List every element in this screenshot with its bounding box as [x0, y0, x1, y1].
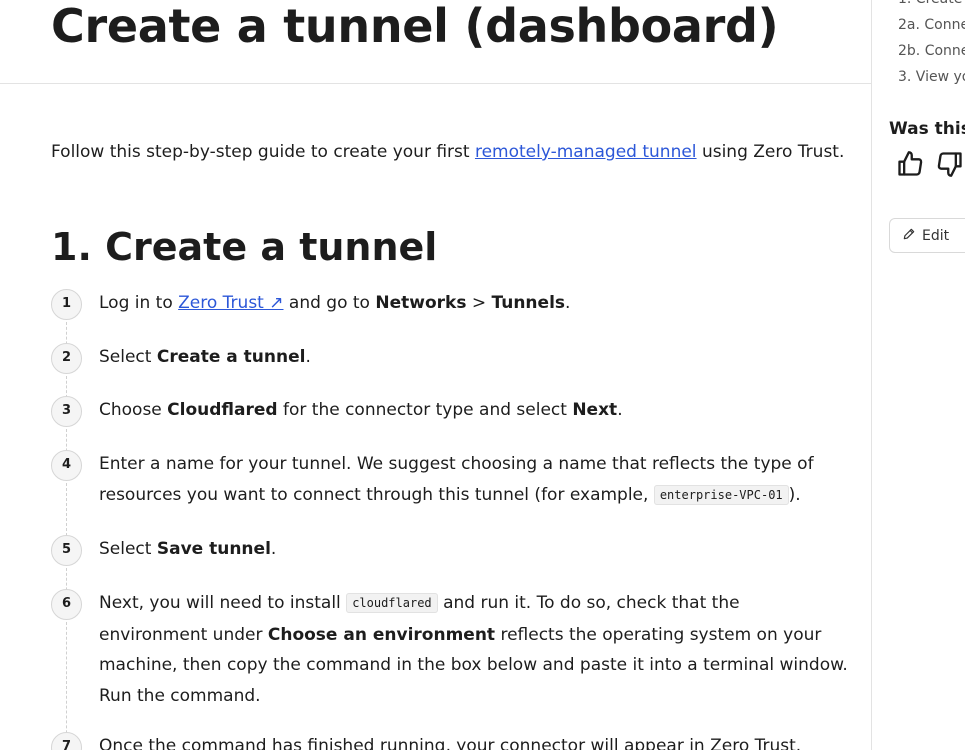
pencil-icon: [902, 227, 916, 245]
edit-button[interactable]: Edit: [889, 218, 965, 253]
feedback-title: Was this helpful?: [889, 119, 965, 139]
toc-item-connect-2a[interactable]: 2a. Connect: [898, 12, 965, 38]
step-3: 3 Choose Cloudflared for the connector t…: [51, 394, 851, 466]
step-2: 2 Select Create a tunnel.: [51, 341, 851, 412]
step-number-badge: 7: [51, 732, 82, 750]
remotely-managed-tunnel-link[interactable]: remotely-managed tunnel: [475, 142, 697, 162]
thumbs-up-icon[interactable]: [896, 150, 924, 178]
step-1: 1 Log in to Zero Trust ↗ and go to Netwo…: [51, 287, 851, 359]
step-4-text: Enter a name for your tunnel. We suggest…: [99, 454, 814, 505]
step-7-text: Once the command has finished running, y…: [99, 736, 802, 750]
title-strip: Create a tunnel (dashboard): [0, 0, 871, 84]
right-sidebar: 1. Create a 2a. Connect 2b. Connect 3. V…: [871, 0, 965, 750]
edit-label: Edit: [922, 227, 950, 244]
feedback-buttons: [896, 150, 964, 178]
step-3-text: Choose Cloudflared for the connector typ…: [99, 400, 623, 420]
docs-page: Create a tunnel (dashboard) Follow this …: [0, 0, 965, 750]
step-number-badge: 2: [51, 343, 82, 374]
toc-item-view[interactable]: 3. View your: [898, 64, 965, 90]
section-title-create-tunnel: 1. Create a tunnel: [51, 225, 438, 269]
zero-trust-link[interactable]: Zero Trust ↗: [178, 293, 283, 313]
toc-item-create[interactable]: 1. Create a: [898, 0, 965, 12]
step-5: 5 Select Save tunnel.: [51, 533, 851, 605]
inline-code: cloudflared: [346, 593, 438, 613]
step-number-badge: 6: [51, 589, 82, 620]
step-number-badge: 5: [51, 535, 82, 566]
step-7: 7 Once the command has finished running,…: [51, 730, 851, 750]
step-6-text: Next, you will need to install cloudflar…: [99, 593, 848, 706]
step-5-text: Select Save tunnel.: [99, 539, 277, 559]
intro-paragraph: Follow this step-by-step guide to create…: [51, 142, 845, 162]
step-number-badge: 4: [51, 450, 82, 481]
inline-code: enterprise-VPC-01: [653, 484, 789, 505]
step-1-text: Log in to Zero Trust ↗ and go to Network…: [99, 293, 571, 313]
table-of-contents: 1. Create a 2a. Connect 2b. Connect 3. V…: [898, 0, 965, 90]
steps-list: 1 Log in to Zero Trust ↗ and go to Netwo…: [51, 287, 851, 750]
step-4: 4 Enter a name for your tunnel. We sugge…: [51, 448, 851, 551]
toc-item-connect-2b[interactable]: 2b. Connect: [898, 38, 965, 64]
step-2-text: Select Create a tunnel.: [99, 347, 311, 367]
page-title: Create a tunnel (dashboard): [51, 0, 779, 53]
step-number-badge: 3: [51, 396, 82, 427]
step-6: 6 Next, you will need to install cloudfl…: [51, 587, 851, 748]
thumbs-down-icon[interactable]: [936, 150, 964, 178]
step-number-badge: 1: [51, 289, 82, 320]
